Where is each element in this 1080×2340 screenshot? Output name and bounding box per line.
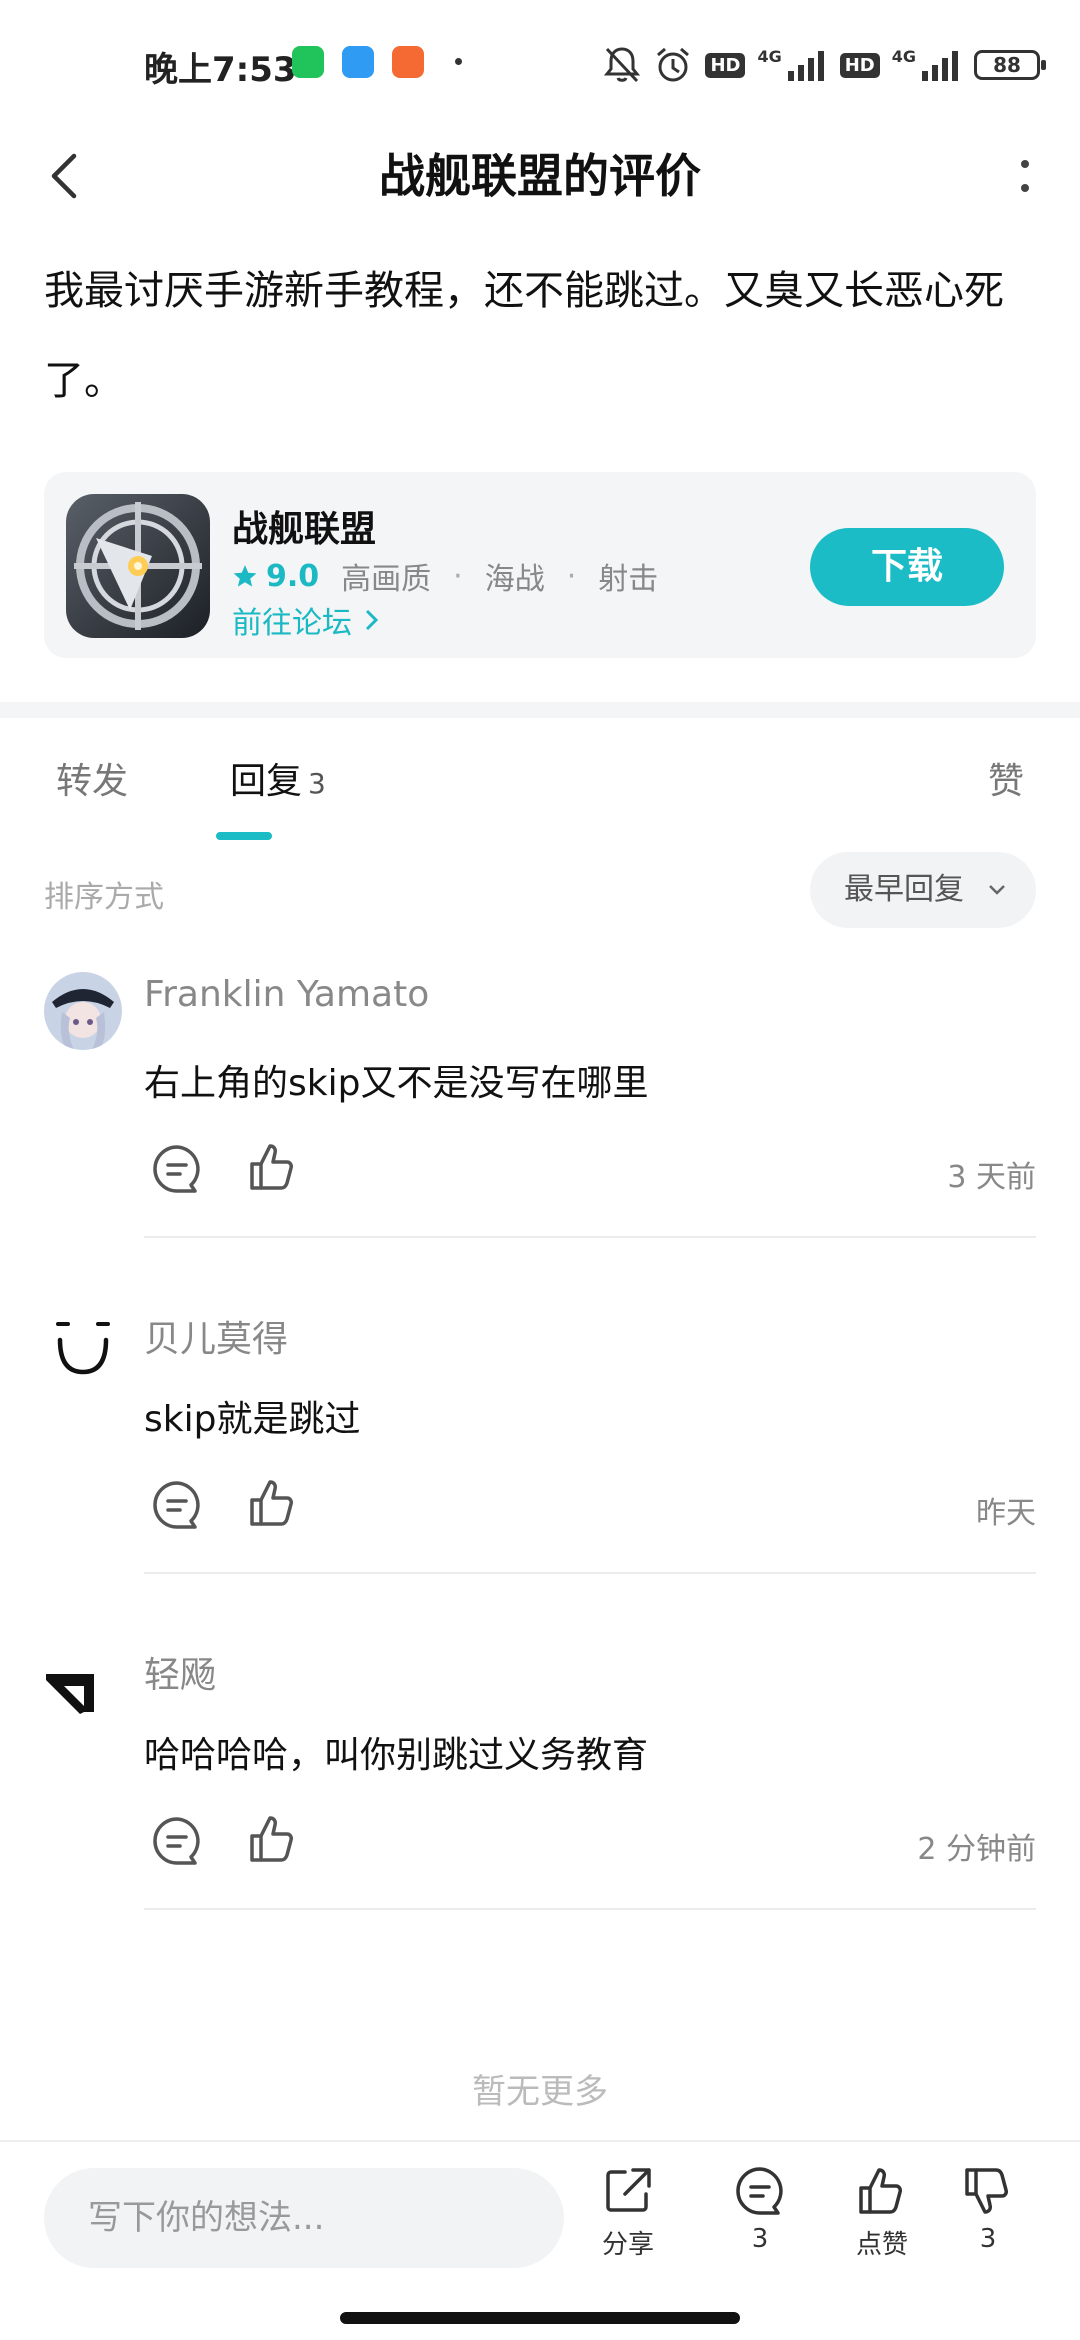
reply-like-button[interactable] xyxy=(246,1476,300,1530)
reply-time: 3 天前 xyxy=(947,1160,1036,1195)
forum-link-label: 前往论坛 xyxy=(232,606,352,641)
hd-badge-2: HD xyxy=(839,52,880,78)
app-meta: 9.0 高画质 · 海战 · 射击 xyxy=(232,554,658,598)
hd-badge: HD xyxy=(705,52,746,78)
app-tag: 海战 xyxy=(484,562,545,597)
tab-like[interactable]: 赞 xyxy=(988,752,1024,804)
tag-separator: · xyxy=(566,558,577,594)
like-label: 点赞 xyxy=(855,2230,908,2260)
reply-divider xyxy=(144,1236,1036,1238)
signal-icon xyxy=(787,51,824,81)
reply-like-button[interactable] xyxy=(246,1140,300,1194)
wechat-icon xyxy=(292,46,324,78)
dislike-button[interactable]: 3 xyxy=(938,2164,1038,2254)
chevron-down-icon xyxy=(989,885,1005,895)
comment-icon xyxy=(736,2167,783,2215)
tab-forward-label: 转发 xyxy=(56,761,129,802)
bottom-action-bar: 写下你的想法... 分享 3 点赞 3 xyxy=(0,2140,1080,2300)
comment-input[interactable]: 写下你的想法... xyxy=(44,2168,564,2268)
like-button[interactable]: 点赞 xyxy=(832,2164,932,2261)
status-bar: 晚上7:53 HD 4G HD 4G 88 xyxy=(0,0,1080,128)
reply-comment-button[interactable] xyxy=(150,1142,204,1196)
tag-separator: · xyxy=(453,558,463,594)
reply-like-button[interactable] xyxy=(246,1812,300,1866)
more-vertical-icon xyxy=(1021,160,1029,192)
app-icon xyxy=(66,494,210,638)
app-tag: 高画质 xyxy=(341,562,432,597)
star-icon xyxy=(233,565,257,587)
comments-button[interactable]: 3 xyxy=(710,2164,810,2254)
reply-time: 2 分钟前 xyxy=(917,1832,1036,1867)
app-rating: 9.0 xyxy=(266,558,320,594)
avatar[interactable] xyxy=(44,1644,122,1722)
comment-count: 3 xyxy=(751,2224,769,2254)
thumbs-up-icon xyxy=(250,1816,293,1862)
reply-text: skip就是跳过 xyxy=(144,1399,361,1440)
reply-count: 3 xyxy=(308,767,326,800)
comment-icon xyxy=(153,1817,200,1865)
share-label: 分享 xyxy=(601,2230,654,2260)
reply-username[interactable]: Franklin Yamato xyxy=(144,974,429,1015)
sort-value: 最早回复 xyxy=(844,872,964,907)
alarm-icon xyxy=(657,47,690,82)
comment-icon xyxy=(153,1145,200,1193)
reply-divider xyxy=(144,1572,1036,1574)
avatar[interactable] xyxy=(44,972,122,1050)
network-type: 4G xyxy=(757,46,782,66)
reply-text: 哈哈哈哈，叫你别跳过义务教育 xyxy=(144,1735,649,1776)
app-tag: 射击 xyxy=(598,562,659,597)
reply-username[interactable]: 轻飏 xyxy=(144,1646,216,1698)
reply-item: Franklin Yamato 右上角的skip又不是没写在哪里 3 天前 xyxy=(0,972,1080,1308)
reply-item: 贝儿莫得 skip就是跳过 昨天 xyxy=(0,1308,1080,1644)
mute-icon xyxy=(604,47,641,83)
home-indicator[interactable] xyxy=(340,2312,740,2324)
header: 战舰联盟的评价 xyxy=(0,128,1080,224)
share-button[interactable]: 分享 xyxy=(578,2164,678,2261)
sort-dropdown[interactable]: 最早回复 xyxy=(810,852,1036,928)
thumbs-up-icon xyxy=(859,2168,902,2214)
app-card[interactable]: 战舰联盟 9.0 高画质 · 海战 · 射击 前往论坛 下载 xyxy=(44,472,1036,658)
share-icon xyxy=(606,2168,651,2212)
more-options-button[interactable] xyxy=(1000,146,1050,206)
more-notifications-icon xyxy=(455,58,462,65)
review-text: 我最讨厌手游新手教程，还不能跳过。又臭又长恶心死了。 xyxy=(44,268,1004,404)
reply-comment-button[interactable] xyxy=(150,1814,204,1868)
network-type-2: 4G xyxy=(891,46,916,66)
app-notification-icon xyxy=(342,46,374,78)
battery-icon: 88 xyxy=(974,50,1046,80)
tab-like-label: 赞 xyxy=(987,761,1024,802)
tab-forward[interactable]: 转发 xyxy=(56,752,128,804)
shopping-icon xyxy=(392,46,424,78)
app-name: 战舰联盟 xyxy=(232,509,377,550)
chevron-right-icon xyxy=(365,609,378,631)
thumbs-up-icon xyxy=(250,1480,293,1526)
status-time: 晚上7:53 xyxy=(144,50,297,90)
section-divider xyxy=(0,702,1080,718)
sort-label: 排序方式 xyxy=(44,880,164,915)
reply-time: 昨天 xyxy=(976,1496,1036,1531)
tab-reply-label: 回复 xyxy=(230,761,303,802)
page-title: 战舰联盟的评价 xyxy=(379,149,701,203)
download-button[interactable]: 下载 xyxy=(810,528,1004,606)
no-more-text: 暂无更多 xyxy=(472,2072,608,2112)
thumbs-up-icon xyxy=(250,1144,293,1190)
reply-divider xyxy=(144,1908,1036,1910)
reply-username[interactable]: 贝儿莫得 xyxy=(144,1310,288,1362)
thumbs-down-icon xyxy=(965,2168,1008,2214)
avatar[interactable] xyxy=(44,1308,122,1386)
reply-text: 右上角的skip又不是没写在哪里 xyxy=(144,1063,649,1104)
active-tab-indicator xyxy=(216,832,272,840)
tab-reply[interactable]: 回复 3 xyxy=(230,752,326,804)
signal-icon-2 xyxy=(922,51,958,81)
reply-comment-button[interactable] xyxy=(150,1478,204,1532)
forum-link[interactable]: 前往论坛 xyxy=(232,598,382,642)
comment-icon xyxy=(153,1481,200,1529)
dislike-count: 3 xyxy=(979,2224,997,2254)
reply-item: 轻飏 哈哈哈哈，叫你别跳过义务教育 2 分钟前 xyxy=(0,1644,1080,1980)
